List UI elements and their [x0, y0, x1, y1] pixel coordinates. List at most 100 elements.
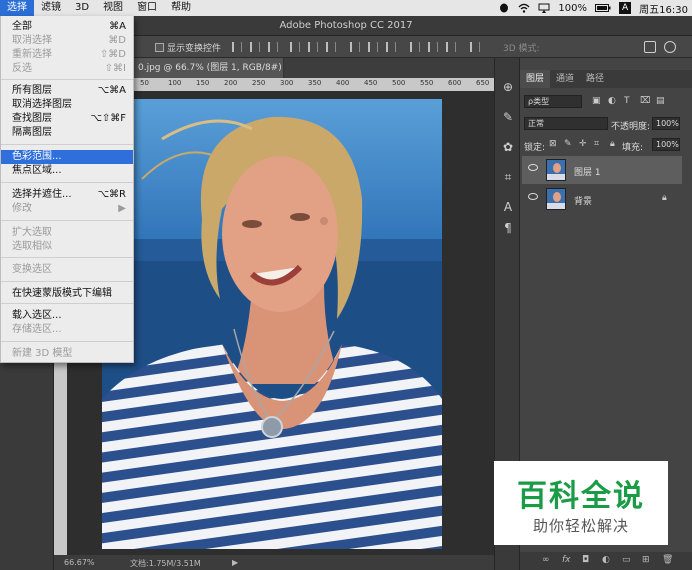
distribute-top-icon[interactable] — [350, 42, 360, 52]
crop-icon[interactable]: ⌗ — [501, 170, 515, 184]
lock-all-icon[interactable]: 🔒︎ — [610, 139, 615, 149]
select-menu-item[interactable]: 所有图层 ⌥⌘A — [1, 84, 133, 98]
ruler-tick-label: 350 — [308, 79, 322, 87]
clone-source-icon[interactable]: ✿ — [501, 140, 515, 154]
layer-thumbnail — [546, 159, 566, 181]
character-icon[interactable]: A — [501, 200, 515, 214]
lock-label: 锁定: — [524, 143, 546, 153]
blend-mode-select[interactable]: 正常 — [524, 117, 608, 130]
menu-item-label: 选取相似 — [12, 241, 52, 252]
adjustment-layer-icon[interactable]: ◐ — [602, 555, 610, 565]
zoom-level[interactable]: 66.67% — [64, 558, 95, 567]
menu-filter[interactable]: 滤镜 — [34, 0, 68, 16]
select-menu-item[interactable]: 选择并遮住... ⌥⌘R — [1, 188, 133, 202]
menu-item-shortcut: ⇧⌘D — [99, 49, 126, 60]
ruler-tick-label: 600 — [448, 79, 462, 87]
align-right-icon[interactable] — [326, 42, 336, 52]
select-menu-item[interactable]: 在快速蒙版模式下编辑 — [1, 287, 133, 301]
select-menu-item[interactable]: 全部 ⌘A — [1, 20, 133, 34]
distribute-left-icon[interactable] — [410, 42, 420, 52]
menu-view[interactable]: 视图 — [96, 0, 130, 16]
canvas-photo[interactable] — [102, 99, 442, 549]
select-menu-item[interactable]: 焦点区域... — [1, 164, 133, 178]
delete-layer-icon[interactable]: 🗑︎ — [662, 555, 673, 565]
search-icon[interactable] — [664, 41, 676, 53]
menu-item-label: 所有图层 — [12, 85, 52, 96]
airplay-icon[interactable] — [538, 3, 550, 13]
tab-strip — [284, 58, 494, 78]
select-menu-item[interactable]: 隔离图层 — [1, 126, 133, 140]
show-transform-controls-option[interactable]: 显示变换控件 — [155, 41, 221, 54]
brush-settings-icon[interactable]: ✎ — [501, 110, 515, 124]
menu-item-label: 重新选择 — [12, 49, 52, 60]
lock-transparent-icon[interactable]: ⊠ — [549, 139, 557, 149]
ruler-tick-label: 200 — [224, 79, 238, 87]
menu-item-label: 扩大选取 — [12, 227, 52, 238]
filter-type-icon[interactable]: T — [624, 96, 630, 106]
filter-shape-icon[interactable]: ⌧ — [640, 96, 650, 106]
input-method-indicator[interactable]: A — [619, 2, 632, 14]
menu-item-shortcut: ⌘D — [108, 35, 126, 46]
layer-style-fx-icon[interactable]: fx — [562, 555, 571, 565]
align-bottom-icon[interactable] — [268, 42, 278, 52]
fill-input[interactable]: 100% — [652, 138, 680, 151]
layer-thumbnail — [546, 188, 566, 210]
visibility-eye-icon[interactable] — [528, 164, 538, 171]
select-menu-item[interactable]: 查找图层 ⌥⇧⌘F — [1, 112, 133, 126]
distribute-vcenter-icon[interactable] — [368, 42, 378, 52]
document-tab[interactable]: 0.jpg @ 66.7% (图层 1, RGB/8#) * — [134, 58, 284, 93]
tab-layers[interactable]: 图层 — [520, 70, 551, 88]
layer-row-layer1[interactable]: 图层 1 — [522, 156, 682, 184]
link-layers-icon[interactable]: ∞ — [542, 555, 550, 565]
opacity-input[interactable]: 100% — [652, 117, 680, 130]
menu-item-label: 隔离图层 — [12, 127, 52, 138]
status-tray: 100% A 周五16:30 — [498, 0, 688, 16]
battery-icon[interactable] — [595, 3, 611, 13]
visibility-eye-icon[interactable] — [528, 193, 538, 200]
select-menu-item: 新建 3D 模型 — [1, 347, 133, 361]
menu-3d[interactable]: 3D — [68, 0, 96, 16]
align-hcenter-icon[interactable] — [308, 42, 318, 52]
status-arrow-icon[interactable]: ▶ — [232, 558, 238, 567]
lock-pixels-icon[interactable]: ✎ — [564, 139, 572, 149]
paragraph-icon[interactable]: ¶ — [501, 221, 515, 235]
workspace-icon[interactable] — [644, 41, 656, 53]
wifi-icon[interactable] — [518, 3, 530, 13]
filter-adjustment-icon[interactable]: ◐ — [608, 96, 616, 106]
filter-image-icon[interactable]: ▣ — [592, 96, 601, 106]
tab-paths[interactable]: 路径 — [580, 70, 610, 88]
lock-artboard-icon[interactable]: ⌗ — [594, 139, 599, 149]
select-menu-item[interactable]: 色彩范围... — [1, 150, 133, 164]
lock-position-icon[interactable]: ✛ — [579, 139, 587, 149]
qq-icon[interactable] — [498, 3, 510, 13]
layers-panel-footer: ∞ fx ◘ ◐ ▭ ⊞ 🗑︎ — [520, 552, 692, 570]
menu-select[interactable]: 选择 — [0, 0, 34, 16]
menu-item-shortcut: ⌥⇧⌘F — [90, 113, 126, 124]
layer-row-background[interactable]: 背景 🔒︎ — [522, 185, 682, 213]
select-menu-item[interactable]: 取消选择图层 — [1, 98, 133, 112]
menu-help[interactable]: 帮助 — [164, 0, 198, 16]
menu-item-label: 新建 3D 模型 — [12, 348, 73, 359]
add-mask-icon[interactable]: ◘ — [582, 555, 589, 565]
align-vcenter-icon[interactable] — [250, 42, 260, 52]
align-left-icon[interactable] — [290, 42, 300, 52]
layer-comps-icon[interactable]: ⊕ — [501, 80, 515, 94]
menu-window[interactable]: 窗口 — [130, 0, 164, 16]
new-layer-icon[interactable]: ⊞ — [642, 555, 650, 565]
ruler-tick-label: 650 — [476, 79, 490, 87]
filter-kind-select[interactable]: ρ类型 — [524, 95, 582, 108]
clock[interactable]: 周五16:30 — [639, 1, 688, 16]
align-top-icon[interactable] — [232, 42, 242, 52]
filter-smart-object-icon[interactable]: ▤ — [656, 96, 665, 106]
tab-channels[interactable]: 通道 — [550, 70, 580, 88]
new-group-icon[interactable]: ▭ — [622, 555, 631, 565]
distribute-hcenter-icon[interactable] — [428, 42, 438, 52]
distribute-bottom-icon[interactable] — [386, 42, 396, 52]
battery-percent: 100% — [558, 2, 587, 14]
show-transform-checkbox[interactable] — [155, 43, 164, 52]
auto-align-icon[interactable] — [470, 42, 480, 52]
distribute-right-icon[interactable] — [446, 42, 456, 52]
select-menu-item[interactable]: 载入选区... — [1, 309, 133, 323]
document-size[interactable]: 文档:1.75M/3.51M — [130, 558, 201, 569]
ruler-tick-label: 150 — [196, 79, 210, 87]
